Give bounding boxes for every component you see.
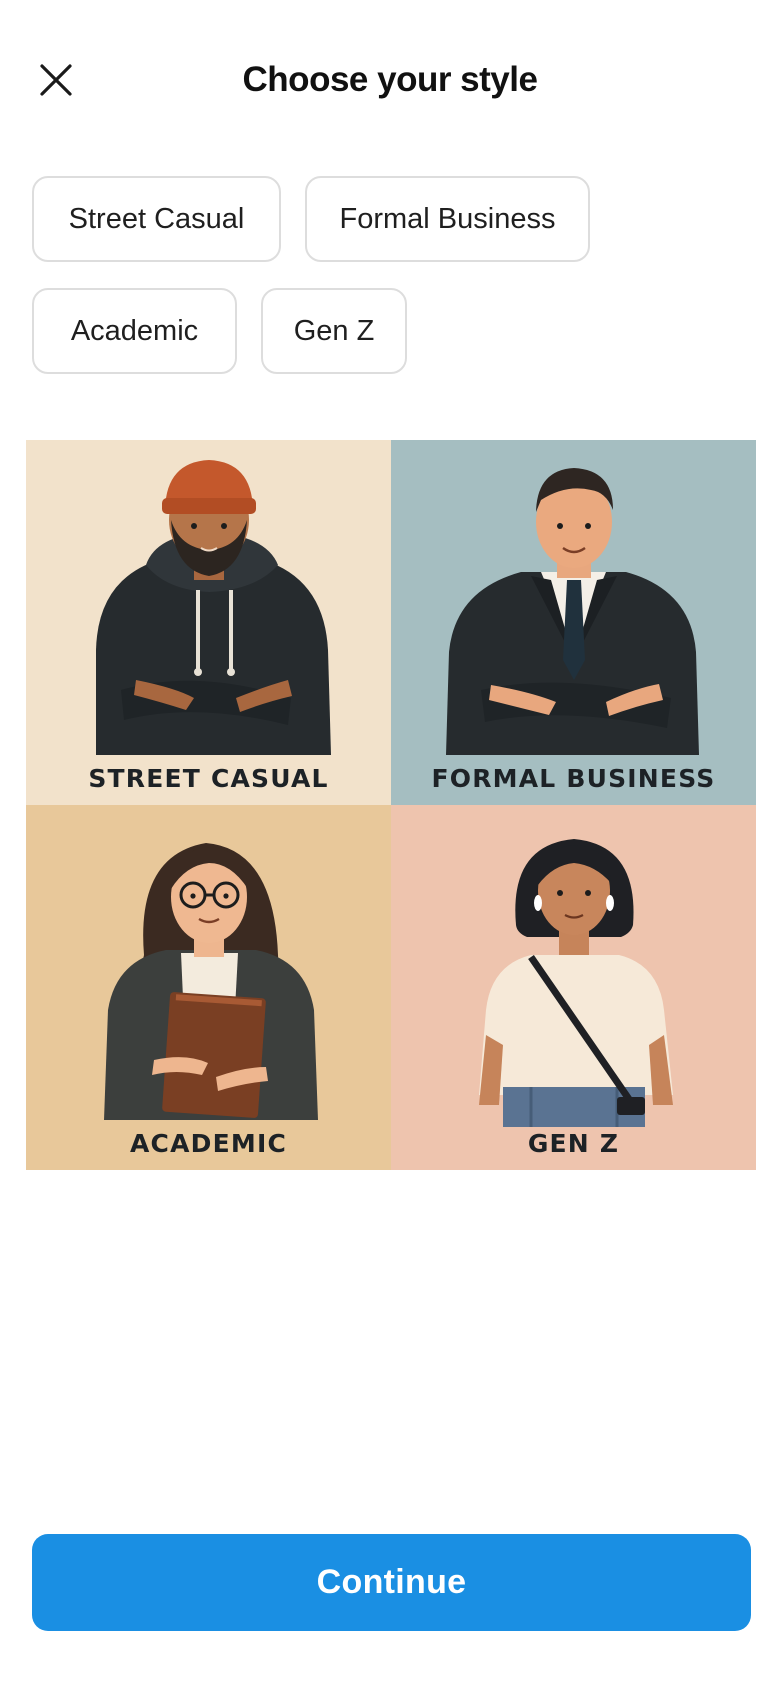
street-casual-illustration [96,460,331,755]
tile-formal-business[interactable]: FORMAL BUSINESS [391,440,756,805]
chip-academic[interactable]: Academic [32,288,237,374]
chip-formal-business[interactable]: Formal Business [305,176,590,262]
gen-z-illustration [479,839,673,1127]
tile-label-academic: ACADEMIC [130,1129,287,1158]
tile-label-gen-z: GEN Z [527,1129,620,1158]
tile-label-formal-business: FORMAL BUSINESS [431,764,716,793]
formal-business-illustration [446,468,699,755]
tile-gen-z[interactable]: GEN Z [391,805,756,1170]
tile-label-street-casual: STREET CASUAL [88,764,329,793]
chip-gen-z[interactable]: Gen Z [261,288,407,374]
tile-street-casual[interactable]: STREET CASUAL [26,440,391,805]
academic-illustration [104,843,318,1120]
continue-button[interactable]: Continue [32,1534,751,1631]
page-title: Choose your style [242,60,538,99]
style-grid: STREET CASUAL FORMAL BUSINESS ACADEMIC G… [26,440,756,1170]
chip-street-casual[interactable]: Street Casual [32,176,281,262]
tile-academic[interactable]: ACADEMIC [26,805,391,1170]
